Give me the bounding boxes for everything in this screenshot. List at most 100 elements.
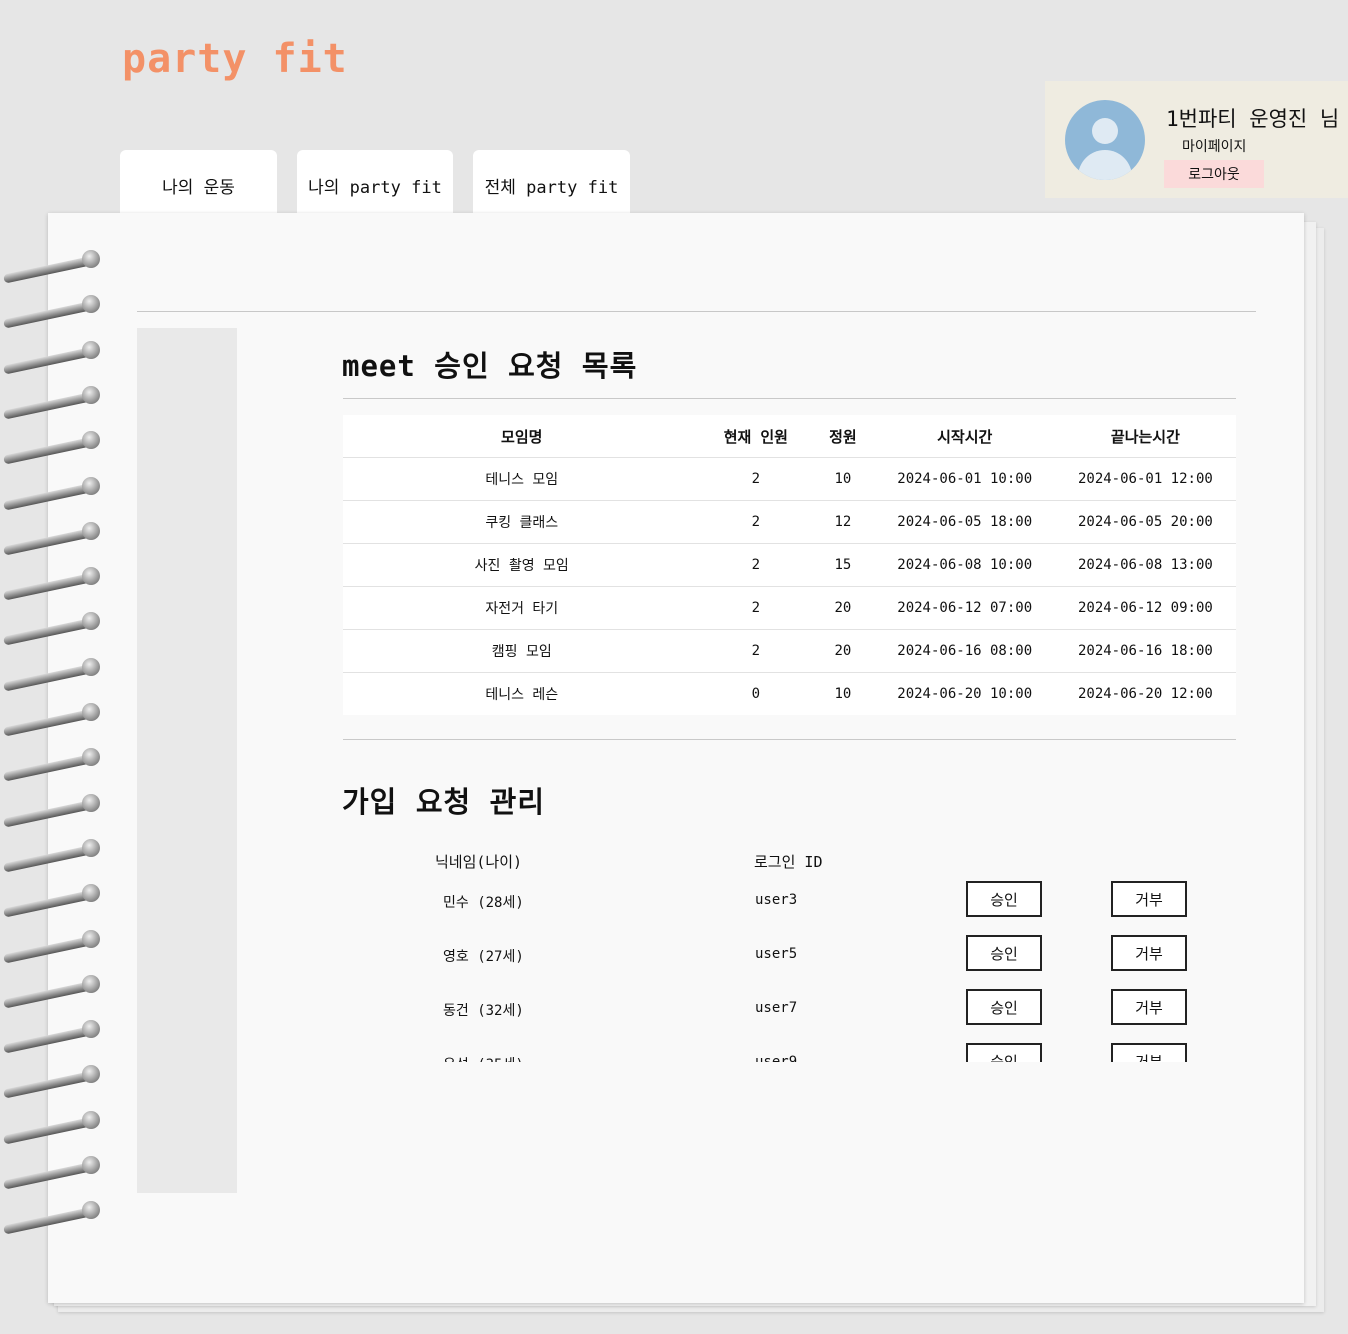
cell-end-time: 2024-06-08 13:00 bbox=[1054, 543, 1236, 587]
profile-card: 1번파티 운영진 님 마이페이지 로그아웃 bbox=[1045, 81, 1348, 198]
table-row[interactable]: 테니스 모임 2 10 2024-06-01 10:00 2024-06-01 12:0… bbox=[343, 457, 1236, 501]
approve-button[interactable]: 승인 bbox=[966, 989, 1042, 1025]
divider bbox=[137, 311, 1256, 312]
mypage-link[interactable]: 마이페이지 bbox=[1182, 136, 1246, 156]
spiral-ring bbox=[2, 838, 100, 873]
spiral-ring bbox=[2, 974, 100, 1009]
table-row[interactable]: 자전거 타기 2 20 2024-06-12 07:00 2024-06-12 09:0… bbox=[343, 586, 1236, 630]
cell-current-count: 2 bbox=[700, 629, 812, 673]
spiral-binding bbox=[0, 250, 104, 1240]
nickname-cell: 영호 (27세) bbox=[443, 949, 524, 965]
reject-button[interactable]: 거부 bbox=[1111, 881, 1187, 917]
cell-end-time: 2024-06-05 20:00 bbox=[1054, 500, 1236, 544]
table-header-row: 모임명 현재 인원 정원 시작시간 끝나는시간 bbox=[343, 415, 1236, 458]
join-request-row: 우석 (35세) user9 승인 거부 bbox=[343, 1043, 1236, 1062]
cell-capacity: 20 bbox=[811, 586, 875, 630]
cell-capacity: 10 bbox=[811, 457, 875, 501]
approve-button[interactable]: 승인 bbox=[966, 1043, 1042, 1062]
spiral-ring bbox=[2, 250, 100, 284]
spiral-ring bbox=[2, 657, 100, 692]
col-capacity: 정원 bbox=[811, 415, 875, 458]
reject-button[interactable]: 거부 bbox=[1111, 989, 1187, 1025]
meet-request-table: 모임명 현재 인원 정원 시작시간 끝나는시간 테니스 모임 2 10 2024-06… bbox=[343, 415, 1236, 715]
spiral-ring bbox=[2, 476, 100, 511]
table-row[interactable]: 캠핑 모임 2 20 2024-06-16 08:00 2024-06-16 18:00 bbox=[343, 629, 1236, 673]
spiral-ring bbox=[2, 385, 100, 420]
cell-current-count: 2 bbox=[700, 543, 812, 587]
col-start-time: 시작시간 bbox=[874, 415, 1055, 458]
cell-start-time: 2024-06-16 08:00 bbox=[874, 629, 1055, 673]
app-logo[interactable]: party fit bbox=[122, 36, 348, 82]
join-request-row: 영호 (27세) user5 승인 거부 bbox=[343, 935, 1236, 975]
meet-section-title: meet 승인 요청 목록 bbox=[342, 349, 638, 383]
cell-start-time: 2024-06-05 18:00 bbox=[874, 500, 1055, 544]
spiral-ring bbox=[2, 567, 100, 601]
col-nickname-header: 닉네임(나이) bbox=[435, 853, 523, 871]
cell-end-time: 2024-06-12 09:00 bbox=[1054, 586, 1236, 630]
cell-start-time: 2024-06-01 10:00 bbox=[874, 457, 1055, 501]
tab-all-party-fit[interactable]: 전체 party fit bbox=[473, 150, 630, 220]
spiral-ring bbox=[2, 929, 100, 964]
cell-meet-name: 캠핑 모임 bbox=[343, 629, 701, 673]
cell-capacity: 12 bbox=[811, 500, 875, 544]
cell-current-count: 0 bbox=[751, 686, 761, 702]
table-row[interactable]: 테니스 레슨 0 10 2024-06-20 10:00 2024-06-20 12:0… bbox=[343, 673, 1236, 716]
avatar bbox=[1065, 100, 1145, 180]
tab-my-exercise[interactable]: 나의 운동 bbox=[120, 150, 277, 220]
join-request-row: 민수 (28세) user3 승인 거부 bbox=[343, 881, 1236, 921]
cell-meet-name: 쿠킹 클래스 bbox=[343, 500, 701, 544]
cell-current-count: 2 bbox=[700, 586, 812, 630]
cell-current-count: 2 bbox=[700, 500, 812, 544]
join-request-list: 닉네임(나이) 로그인 ID 민수 (28세) user3 승인 거부 영호 (27세)… bbox=[343, 845, 1236, 1062]
cell-meet-name: 테니스 레슨 bbox=[485, 687, 559, 703]
approve-button[interactable]: 승인 bbox=[966, 881, 1042, 917]
join-request-row: 동건 (32세) user7 승인 거부 bbox=[343, 989, 1236, 1029]
cell-meet-name: 사진 촬영 모임 bbox=[343, 543, 701, 587]
col-meet-name: 모임명 bbox=[343, 415, 701, 458]
table-row[interactable]: 쿠킹 클래스 2 12 2024-06-05 18:00 2024-06-05 20:0… bbox=[343, 500, 1236, 544]
col-current-count: 현재 인원 bbox=[700, 415, 812, 458]
profile-name: 1번파티 운영진 님 bbox=[1166, 107, 1340, 131]
login-id-cell: user3 bbox=[755, 892, 798, 908]
spiral-ring bbox=[2, 1201, 100, 1235]
col-login-header: 로그인 ID bbox=[754, 853, 823, 871]
nickname-cell: 민수 (28세) bbox=[443, 895, 524, 911]
cell-capacity: 20 bbox=[811, 629, 875, 673]
spiral-ring bbox=[2, 884, 100, 918]
spiral-ring bbox=[2, 431, 100, 465]
cell-end-time: 2024-06-01 12:00 bbox=[1054, 457, 1236, 501]
reject-button[interactable]: 거부 bbox=[1111, 1043, 1187, 1062]
tab-my-party-fit[interactable]: 나의 party fit bbox=[297, 150, 453, 220]
cell-capacity: 15 bbox=[811, 543, 875, 587]
login-id-cell: user9 bbox=[755, 1054, 798, 1062]
login-id-cell: user7 bbox=[755, 1000, 798, 1016]
spiral-ring bbox=[2, 1020, 100, 1054]
spiral-ring bbox=[2, 295, 100, 329]
spiral-ring bbox=[2, 521, 100, 556]
spiral-ring bbox=[2, 793, 100, 828]
reject-button[interactable]: 거부 bbox=[1111, 935, 1187, 971]
login-id-cell: user5 bbox=[755, 946, 798, 962]
cell-start-time: 2024-06-12 07:00 bbox=[874, 586, 1055, 630]
divider bbox=[343, 398, 1236, 399]
sidebar-panel bbox=[137, 328, 237, 1193]
cell-start-time: 2024-06-20 10:00 bbox=[897, 686, 1033, 702]
cell-capacity: 10 bbox=[834, 686, 852, 702]
spiral-ring bbox=[2, 703, 100, 737]
cell-current-count: 2 bbox=[700, 457, 812, 501]
logout-button[interactable]: 로그아웃 bbox=[1164, 160, 1264, 188]
spiral-ring bbox=[2, 1065, 100, 1100]
cell-meet-name: 테니스 모임 bbox=[343, 457, 701, 501]
cell-meet-name: 자전거 타기 bbox=[343, 586, 701, 630]
cell-end-time: 2024-06-16 18:00 bbox=[1054, 629, 1236, 673]
col-end-time: 끝나는시간 bbox=[1054, 415, 1236, 458]
cell-end-time: 2024-06-20 12:00 bbox=[1077, 686, 1213, 702]
cell-start-time: 2024-06-08 10:00 bbox=[874, 543, 1055, 587]
spiral-ring bbox=[2, 612, 100, 647]
spiral-ring bbox=[2, 748, 100, 782]
divider bbox=[343, 739, 1236, 740]
table-row[interactable]: 사진 촬영 모임 2 15 2024-06-08 10:00 2024-06-08 13… bbox=[343, 543, 1236, 587]
spiral-ring bbox=[2, 1156, 100, 1190]
spiral-ring bbox=[2, 1110, 100, 1145]
approve-button[interactable]: 승인 bbox=[966, 935, 1042, 971]
